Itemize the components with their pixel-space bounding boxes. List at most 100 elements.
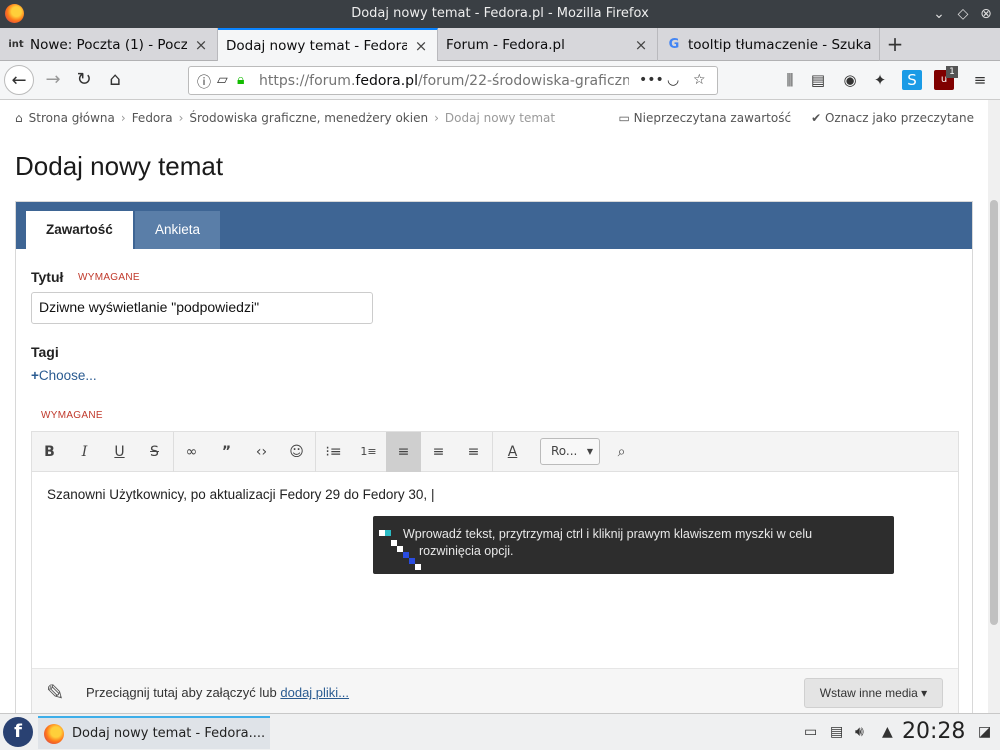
breadcrumb-item[interactable]: Środowiska graficzne, menedżery okien	[189, 111, 428, 125]
minimize-icon[interactable]: ⌄	[930, 5, 948, 23]
url-bar[interactable]: ⓘ ▱ 🔒︎ https://forum.fedora.pl/forum/22-…	[188, 66, 718, 95]
divider	[492, 432, 493, 472]
scrollbar-thumb[interactable]	[990, 200, 998, 625]
taskbar-firefox-task[interactable]: Dodaj nowy temat - Fedora....	[38, 716, 270, 749]
back-button[interactable]: ←	[4, 65, 34, 95]
home-icon: ⌂	[15, 111, 23, 125]
close-tab-icon[interactable]: ×	[193, 36, 209, 54]
page-actions-icon[interactable]: •••	[639, 72, 664, 88]
maximize-icon[interactable]: ◇	[954, 5, 972, 23]
strikethrough-button[interactable]: S	[137, 432, 172, 472]
breadcrumb: ⌂ Strona główna › Fedora › Środowiska gr…	[15, 111, 555, 125]
close-window-icon[interactable]: ⊗	[977, 5, 995, 23]
tab-label: Forum - Fedora.pl	[446, 36, 565, 53]
tab-poll[interactable]: Ankieta	[135, 211, 221, 249]
tab-google-search[interactable]: G tooltip tłumaczenie - Szukaj	[658, 28, 880, 61]
font-select[interactable]: Ro... ▼	[540, 438, 600, 465]
firefox-icon	[44, 723, 64, 744]
unread-content-link[interactable]: ▭ Nieprzeczytana zawartość	[619, 111, 792, 125]
unread-icon: ▭	[618, 111, 634, 125]
code-icon[interactable]: ‹›	[244, 432, 279, 472]
paperclip-icon: ✎	[46, 681, 65, 706]
post-form-panel: Zawartość Ankieta Tytuł WYMAGANE Dziwne …	[15, 201, 973, 713]
close-tab-icon[interactable]: ×	[633, 36, 649, 54]
library-icon[interactable]: ⫼	[780, 70, 800, 90]
int-favicon-icon: int	[8, 39, 24, 50]
breadcrumb-item[interactable]: Strona główna	[29, 111, 115, 125]
italic-button[interactable]: I	[67, 432, 102, 472]
url-text[interactable]: https://forum.fedora.pl/forum/22-środowi…	[259, 73, 629, 89]
bullet-list-icon[interactable]: ⁝≡	[316, 432, 351, 472]
close-tab-icon[interactable]: ×	[413, 37, 429, 55]
add-files-link[interactable]: dodaj pliki...	[280, 685, 349, 700]
fedora-start-icon[interactable]: f	[3, 717, 33, 747]
tooltip-popup: Wprowadź tekst, przytrzymaj ctrl i klikn…	[373, 516, 894, 574]
glitch-artifact	[379, 530, 421, 570]
title-input[interactable]: Dziwne wyświetlanie "podpowiedzi"	[31, 292, 373, 324]
emoji-icon[interactable]: ☺	[279, 432, 314, 472]
extension-icon[interactable]: ✦	[870, 70, 890, 90]
page-actions: ▭ Nieprzeczytana zawartość ✔ Oznacz jako…	[619, 111, 975, 125]
attachment-area[interactable]: ✎ Przeciągnij tutaj aby załączyć lub dod…	[32, 668, 958, 713]
chevron-right-icon: ›	[120, 111, 126, 125]
tab-label: tooltip tłumaczenie - Szukaj	[688, 36, 871, 53]
navigation-toolbar: ← → ↻ ⌂ ⓘ ▱ 🔒︎ https://forum.fedora.pl/f…	[0, 61, 1000, 100]
check-icon: ✔	[811, 111, 825, 125]
permissions-icon[interactable]: ▱	[217, 72, 228, 88]
align-center-icon[interactable]: ≡	[421, 432, 456, 472]
clipboard-icon[interactable]: ▤	[830, 724, 843, 740]
text-color-icon[interactable]: A	[495, 432, 530, 472]
tooltip-line-2: rozwinięcia opcji.	[419, 544, 514, 558]
align-right-icon[interactable]: ≡	[456, 432, 491, 472]
tab-content[interactable]: Zawartość	[26, 211, 133, 249]
tab-poczta[interactable]: int Nowe: Poczta (1) - Poczta ×	[0, 28, 218, 61]
network-icon[interactable]: ▭	[804, 724, 817, 740]
breadcrumb-item[interactable]: Fedora	[132, 111, 173, 125]
s-extension-icon[interactable]: S	[902, 70, 922, 90]
plus-icon: +	[31, 368, 39, 383]
quote-icon[interactable]: ”	[209, 432, 244, 472]
chevron-down-icon: ▼	[586, 447, 593, 456]
volume-icon[interactable]: 🔊︎	[855, 724, 864, 740]
align-left-icon[interactable]: ≡	[386, 432, 421, 472]
clock[interactable]: 20:28	[902, 719, 965, 744]
breadcrumb-current: Dodaj nowy temat	[444, 111, 556, 125]
account-icon[interactable]: ◉	[840, 70, 860, 90]
new-tab-button[interactable]: +	[880, 28, 910, 61]
desktop-icon[interactable]: ◪	[978, 724, 991, 740]
required-badge: WYMAGANE	[78, 272, 140, 283]
page-title: Dodaj nowy temat	[15, 151, 224, 181]
tab-dodaj-nowy-temat[interactable]: Dodaj nowy temat - Fedora.pl ×	[218, 28, 438, 61]
numbered-list-icon[interactable]: 1≡	[351, 432, 386, 472]
insert-media-button[interactable]: Wstaw inne media ▾	[804, 678, 943, 708]
tray-expand-icon[interactable]: ▲	[882, 724, 893, 740]
choose-tags-link[interactable]: +Choose...	[31, 368, 97, 383]
page-scrollbar[interactable]	[988, 100, 1000, 713]
tab-label: Nowe: Poczta (1) - Poczta	[30, 36, 187, 53]
info-icon[interactable]: ⓘ	[197, 72, 211, 92]
editor-body[interactable]: Szanowni Użytkownicy, po aktualizacji Fe…	[47, 487, 434, 502]
forward-button[interactable]: →	[38, 65, 68, 95]
editor-toolbar: B I U S ∞ ” ‹› ☺ ⁝≡ 1≡ ≡ ≡ ≡ A Ro... ▼ ⌕	[32, 432, 958, 472]
underline-button[interactable]: U	[102, 432, 137, 472]
home-button[interactable]: ⌂	[100, 65, 130, 95]
mark-read-link[interactable]: ✔ Oznacz jako przeczytane	[811, 111, 974, 125]
menu-icon[interactable]: ≡	[970, 70, 990, 90]
lock-icon: 🔒︎	[237, 72, 245, 88]
taskbar: f Dodaj nowy temat - Fedora.... ▭ ▤ 🔊︎ ▲…	[0, 713, 1000, 750]
ublock-badge: 1	[946, 66, 958, 78]
window-title: Dodaj nowy temat - Fedora.pl - Mozilla F…	[351, 6, 649, 21]
google-favicon-icon: G	[668, 37, 680, 52]
preview-icon[interactable]: ⌕	[604, 432, 639, 472]
bookmark-star-icon[interactable]: ☆	[693, 72, 706, 88]
required-badge: WYMAGANE	[41, 410, 103, 421]
tags-label: Tagi	[31, 344, 59, 360]
tab-strip: int Nowe: Poczta (1) - Poczta × Dodaj no…	[0, 28, 1000, 61]
bold-button[interactable]: B	[32, 432, 67, 472]
tab-forum[interactable]: Forum - Fedora.pl ×	[438, 28, 658, 61]
reload-button[interactable]: ↻	[69, 65, 99, 95]
sidebar-icon[interactable]: ▤	[808, 70, 828, 90]
window-titlebar: Dodaj nowy temat - Fedora.pl - Mozilla F…	[0, 0, 1000, 28]
pocket-icon[interactable]: ◡	[667, 72, 679, 88]
link-icon[interactable]: ∞	[174, 432, 209, 472]
